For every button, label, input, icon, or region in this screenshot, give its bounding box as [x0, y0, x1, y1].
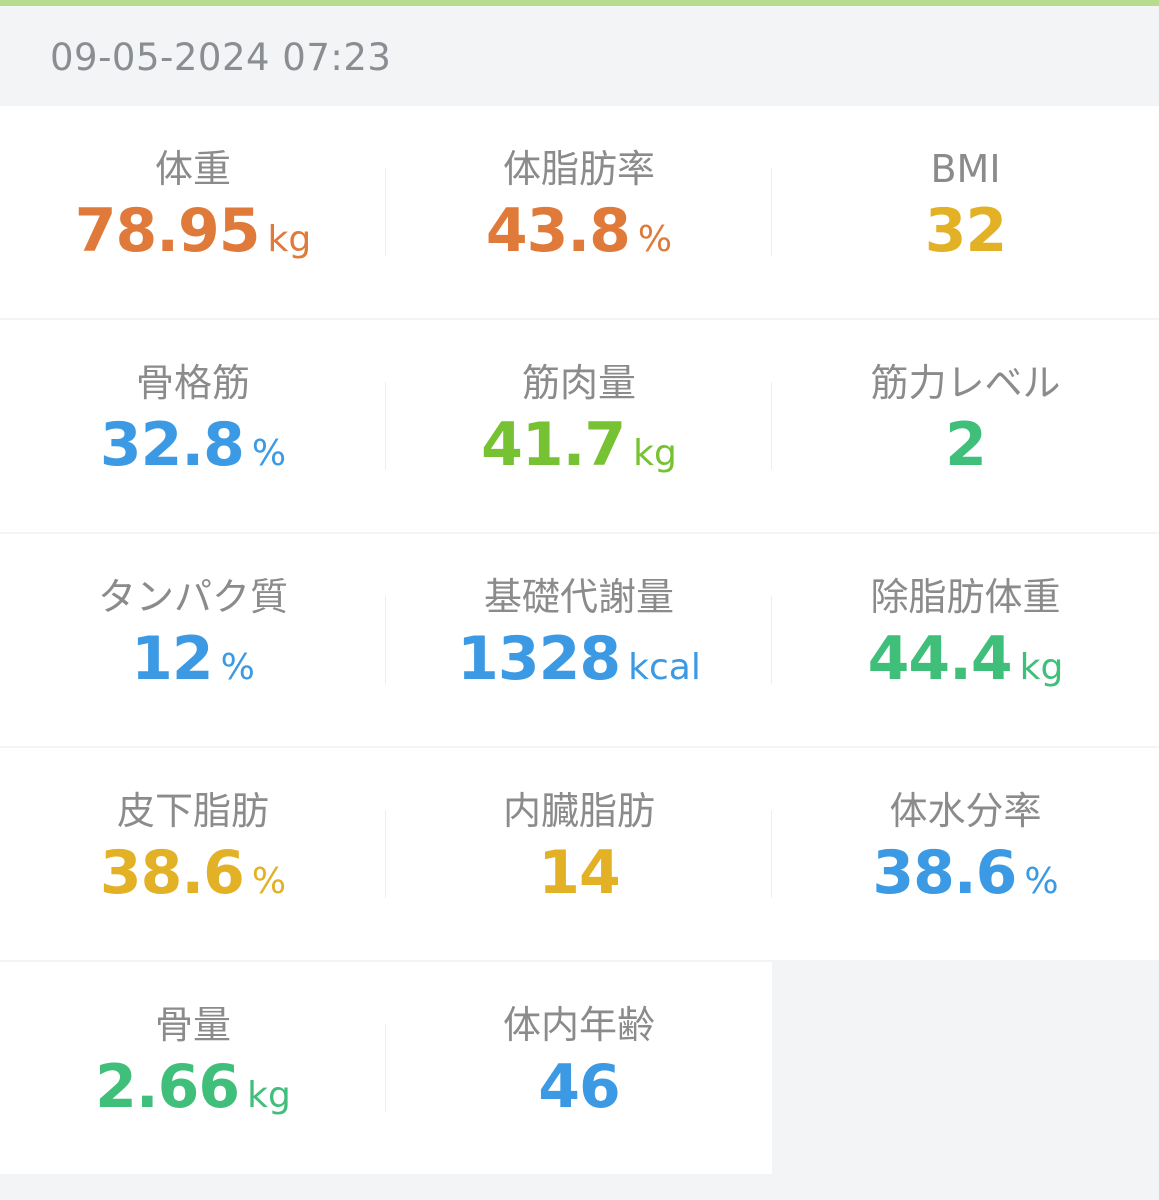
- metric-unit: %: [220, 647, 255, 688]
- metric-value: 43.8: [485, 196, 631, 266]
- metric-value-line: 14: [538, 838, 620, 908]
- metric-label: 体重: [154, 147, 231, 191]
- metric-value-line: 41.7 kg: [481, 410, 677, 480]
- metric-skeletal-muscle[interactable]: 骨格筋 32.8 %: [0, 320, 386, 532]
- metric-label: 皮下脂肪: [116, 789, 269, 833]
- metric-value-line: 46: [538, 1052, 620, 1122]
- metric-value: 1328: [457, 624, 621, 694]
- metric-value-line: 2: [945, 410, 987, 480]
- metrics-row: 皮下脂肪 38.6 % 内臓脂肪 14 体水分率 38.6 %: [0, 748, 1159, 960]
- metric-bmi[interactable]: BMI 32: [772, 106, 1159, 318]
- metric-label: 体脂肪率: [502, 147, 655, 191]
- metric-value-line: 44.4 kg: [868, 624, 1064, 694]
- metric-label: 基礎代謝量: [483, 575, 674, 619]
- metric-unit: kcal: [628, 647, 701, 688]
- metrics-row: タンパク質 12 % 基礎代謝量 1328 kcal 除脂肪体重 44.4 kg: [0, 534, 1159, 746]
- metric-value: 32.8: [99, 410, 245, 480]
- metric-body-fat-rate[interactable]: 体脂肪率 43.8 %: [386, 106, 772, 318]
- metric-bone-mass[interactable]: 骨量 2.66 kg: [0, 962, 386, 1174]
- measurement-timestamp: 09-05-2024 07:23: [50, 36, 392, 79]
- metric-body-age[interactable]: 体内年齢 46: [386, 962, 772, 1174]
- metric-value: 46: [538, 1052, 620, 1122]
- metric-strength-level[interactable]: 筋力レベル 2: [772, 320, 1159, 532]
- metric-value: 2.66: [95, 1052, 240, 1122]
- metric-value-line: 1328 kcal: [457, 624, 701, 694]
- metric-value: 32: [924, 196, 1007, 266]
- metric-value-line: 38.6 %: [100, 838, 286, 908]
- metric-unit: %: [637, 219, 673, 260]
- metric-value: 38.6: [99, 838, 245, 908]
- metrics-grid: 体重 78.95 kg 体脂肪率 43.8 % BMI 32 骨格筋 32.8 …: [0, 106, 1159, 1176]
- metric-label: 骨格筋: [135, 361, 250, 405]
- metric-label: タンパク質: [97, 575, 288, 619]
- metric-body-water[interactable]: 体水分率 38.6 %: [772, 748, 1159, 960]
- metric-value: 44.4: [867, 624, 1013, 694]
- metric-unit: kg: [1019, 647, 1064, 688]
- metric-value-line: 2.66 kg: [95, 1052, 291, 1122]
- metric-value: 12: [131, 624, 213, 694]
- metric-value: 38.6: [872, 838, 1017, 908]
- metric-value: 78.95: [74, 196, 261, 266]
- metric-value: 41.7: [481, 410, 626, 480]
- metric-unit: kg: [267, 219, 312, 260]
- metric-label: 体水分率: [889, 789, 1042, 833]
- metric-unit: kg: [633, 433, 677, 474]
- metric-unit: %: [251, 433, 287, 474]
- metrics-row: 骨量 2.66 kg 体内年齢 46: [0, 962, 1159, 1174]
- metric-visceral-fat[interactable]: 内臓脂肪 14: [386, 748, 772, 960]
- metric-basal-metabolism[interactable]: 基礎代謝量 1328 kcal: [386, 534, 772, 746]
- metric-value-line: 12 %: [131, 624, 255, 694]
- metrics-row: 骨格筋 32.8 % 筋肉量 41.7 kg 筋力レベル 2: [0, 320, 1159, 532]
- metric-value-line: 43.8 %: [486, 196, 672, 266]
- metric-label: 筋肉量: [521, 361, 636, 405]
- metric-unit: kg: [247, 1075, 291, 1116]
- metric-unit: %: [251, 861, 287, 902]
- metric-value: 14: [538, 838, 620, 908]
- metric-label: 骨量: [154, 1003, 231, 1047]
- metric-muscle-mass[interactable]: 筋肉量 41.7 kg: [386, 320, 772, 532]
- metric-label: 内臓脂肪: [502, 789, 655, 833]
- metric-value-line: 38.6 %: [872, 838, 1058, 908]
- metric-lean-body-mass[interactable]: 除脂肪体重 44.4 kg: [772, 534, 1159, 746]
- metric-label: 体内年齢: [502, 1003, 655, 1047]
- metric-unit: %: [1024, 861, 1059, 902]
- record-header: 09-05-2024 07:23: [0, 6, 1159, 106]
- metric-label: 筋力レベル: [870, 361, 1061, 405]
- metrics-row: 体重 78.95 kg 体脂肪率 43.8 % BMI 32: [0, 106, 1159, 318]
- metric-subcutaneous-fat[interactable]: 皮下脂肪 38.6 %: [0, 748, 386, 960]
- metric-value-line: 32: [925, 196, 1007, 266]
- metric-protein[interactable]: タンパク質 12 %: [0, 534, 386, 746]
- metric-value-line: 32.8 %: [100, 410, 286, 480]
- metric-value-line: 78.95 kg: [75, 196, 312, 266]
- metric-weight[interactable]: 体重 78.95 kg: [0, 106, 386, 318]
- metric-label: BMI: [930, 147, 1001, 191]
- metric-value: 2: [945, 410, 987, 480]
- empty-cell: [772, 962, 1159, 1174]
- metric-label: 除脂肪体重: [870, 575, 1061, 619]
